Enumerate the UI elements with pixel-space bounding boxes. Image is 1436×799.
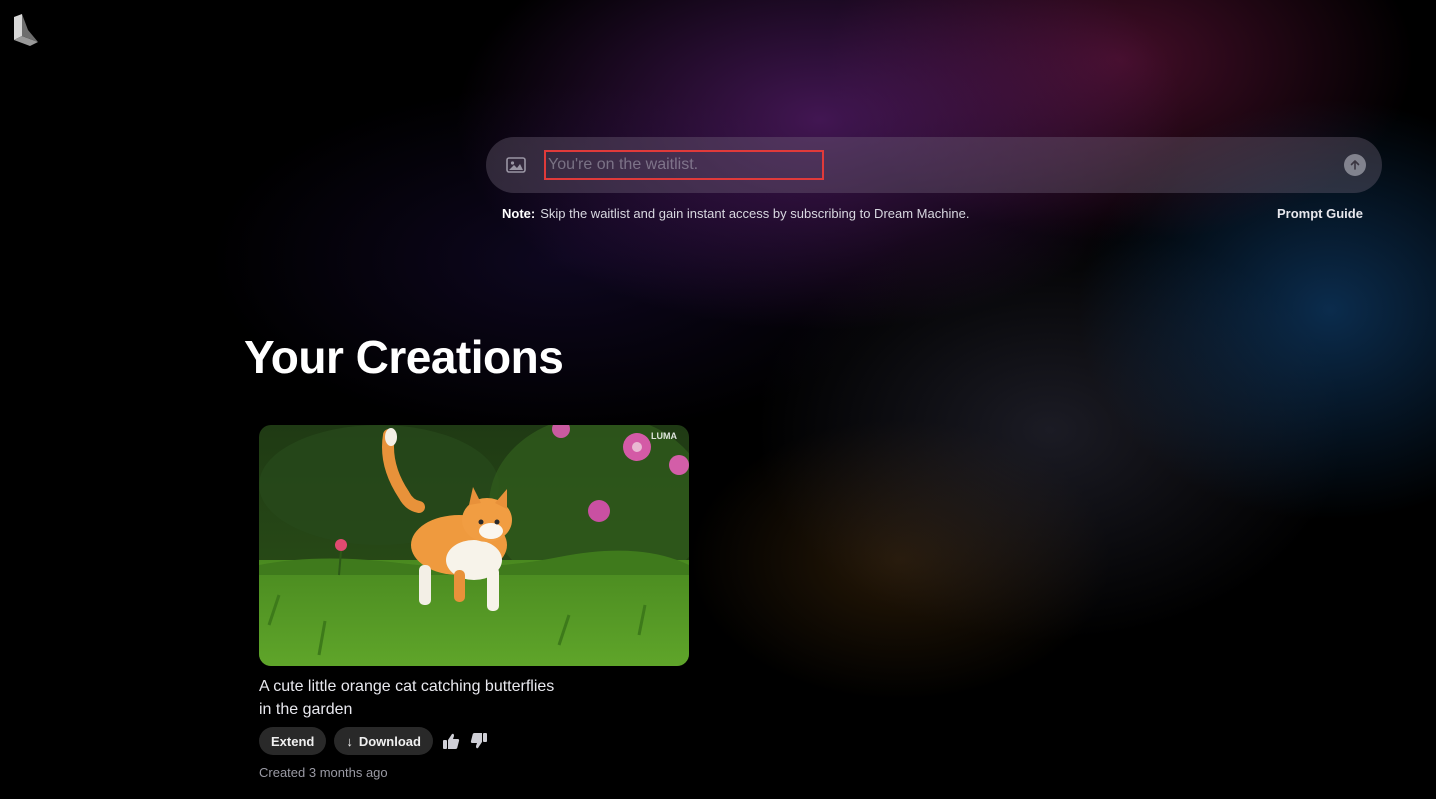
background-gradient — [0, 0, 1436, 799]
section-title: Your Creations — [244, 331, 564, 383]
luma-logo-icon[interactable] — [12, 14, 40, 46]
prompt-bar — [486, 137, 1382, 193]
download-button[interactable]: ↓ Download — [334, 727, 433, 755]
send-arrow-icon[interactable] — [1344, 154, 1366, 176]
waitlist-note: Note: Skip the waitlist and gain instant … — [502, 206, 969, 221]
note-label: Note: — [502, 206, 536, 221]
image-icon[interactable] — [506, 156, 526, 174]
creation-video-thumbnail[interactable]: LUMA — [259, 425, 689, 666]
thumbs-up-icon[interactable] — [441, 731, 461, 751]
prompt-input[interactable] — [544, 150, 824, 180]
download-arrow-icon: ↓ — [346, 733, 353, 749]
creation-caption: A cute little orange cat catching butter… — [259, 678, 555, 718]
extend-button-label: Extend — [271, 733, 315, 749]
note-text: Skip the waitlist and gain instant acces… — [540, 206, 970, 221]
extend-button[interactable]: Extend — [259, 727, 327, 755]
download-button-label: Download — [358, 733, 421, 749]
thumbs-down-icon[interactable] — [469, 731, 489, 751]
created-timestamp: Created 3 months ago — [259, 765, 388, 780]
watermark-text: LUMA — [651, 431, 677, 441]
creation-actions: Extend ↓ Download — [259, 727, 489, 755]
prompt-guide-link[interactable]: Prompt Guide — [1277, 206, 1363, 221]
